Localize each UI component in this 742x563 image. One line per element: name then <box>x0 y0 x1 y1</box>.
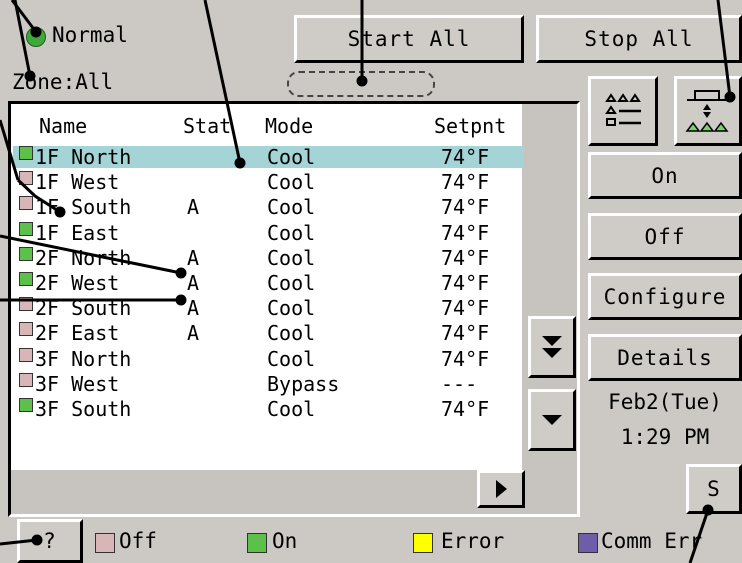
column-header-name: Name <box>39 114 88 138</box>
start-all-button[interactable]: Start All <box>294 15 524 63</box>
zone-name: 1F South <box>35 195 132 220</box>
table-row[interactable]: 1F North Cool 74°F <box>13 146 524 168</box>
status-on-swatch <box>19 398 33 412</box>
table-row[interactable]: 1F East Cool 74°F <box>13 220 524 245</box>
legend-error-swatch <box>413 533 433 553</box>
zone-setpoint: 74°F <box>441 145 490 169</box>
list-view-icon <box>605 93 641 126</box>
legend-off-swatch <box>95 533 115 553</box>
status-off-swatch <box>19 322 33 337</box>
help-button[interactable]: ? <box>17 519 83 563</box>
status-on-swatch <box>19 221 33 236</box>
zone-setpoint: 74°F <box>441 271 490 295</box>
zone-setpoint: 74°F <box>441 321 490 346</box>
column-header-mode: Mode <box>265 114 314 138</box>
s-button[interactable]: S <box>686 464 742 514</box>
zone-setpoint: 74°F <box>441 346 490 371</box>
zone-setpoint: 74°F <box>441 195 490 220</box>
zone-name: 2F East <box>35 321 120 346</box>
zone-mode: Cool <box>267 296 316 321</box>
list-white-area: Name Stat Mode Setpnt 1F North Cool 74°F 1F… <box>11 104 524 470</box>
scroll-down-button[interactable] <box>528 389 576 451</box>
zone-stat: A <box>187 296 200 321</box>
current-date: Feb2(Tue) <box>608 390 722 414</box>
zone-label: Zone:All <box>12 70 114 94</box>
zone-mode: Cool <box>267 321 316 346</box>
scroll-right-button[interactable] <box>477 470 525 508</box>
double-chevron-down-icon <box>542 336 562 358</box>
table-row[interactable]: 2F West A Cool 74°F <box>13 272 524 294</box>
zone-name: 2F South <box>35 296 132 321</box>
zone-name: 1F North <box>35 145 132 169</box>
zone-list-panel: Name Stat Mode Setpnt 1F North Cool 74°F 1F… <box>8 101 580 517</box>
status-off-swatch <box>19 171 33 186</box>
zone-setpoint: 74°F <box>441 245 490 270</box>
zone-setpoint: 74°F <box>441 397 490 421</box>
status-off-swatch <box>19 347 33 362</box>
zone-mode: Cool <box>267 195 316 220</box>
zone-mode: Cool <box>267 245 316 270</box>
table-row[interactable]: 2F South A Cool 74°F <box>13 297 524 319</box>
zone-name: 3F South <box>35 397 132 421</box>
details-button[interactable]: Details <box>588 334 742 381</box>
zone-name: 3F North <box>35 346 132 371</box>
zone-mode: Cool <box>267 271 316 295</box>
page-down-button[interactable] <box>528 316 576 378</box>
column-header-setpnt: Setpnt <box>434 114 507 138</box>
on-button[interactable]: On <box>588 152 742 199</box>
zone-setpoint: 74°F <box>441 220 490 245</box>
table-row[interactable]: 3F South Cool 74°F <box>13 398 524 420</box>
status-label: Normal <box>52 23 128 47</box>
status-on-swatch <box>19 272 33 286</box>
stop-all-button[interactable]: Stop All <box>536 15 742 63</box>
configure-button[interactable]: Configure <box>588 273 742 320</box>
zone-name: 2F North <box>35 245 132 270</box>
table-row[interactable]: 2F North A Cool 74°F <box>13 245 524 270</box>
zone-mode: Cool <box>267 346 316 371</box>
zone-mode: Cool <box>267 220 316 245</box>
table-row[interactable]: 1F West Cool 74°F <box>13 171 524 193</box>
status-led-icon <box>26 27 46 47</box>
chevron-down-icon <box>542 415 562 425</box>
column-header-stat: Stat <box>183 114 232 138</box>
group-view-button[interactable] <box>674 76 742 146</box>
zone-name: 1F West <box>35 170 120 195</box>
zone-mode: Cool <box>267 397 316 421</box>
zone-name: 2F West <box>35 271 120 295</box>
zone-mode: Cool <box>267 170 316 195</box>
table-row[interactable]: 3F West Bypass --- <box>13 371 524 396</box>
zone-setpoint: 74°F <box>441 296 490 321</box>
legend-on-label: On <box>272 529 298 553</box>
list-view-button[interactable] <box>588 76 658 146</box>
zone-mode: Cool <box>267 145 316 169</box>
legend-on-swatch <box>247 533 267 553</box>
table-row[interactable]: 3F North Cool 74°F <box>13 346 524 371</box>
table-row[interactable]: 2F East A Cool 74°F <box>13 322 524 344</box>
zone-setpoint: 74°F <box>441 170 490 195</box>
off-button[interactable]: Off <box>588 213 742 260</box>
legend-error-label: Error <box>441 529 505 553</box>
zone-stat: A <box>187 321 200 346</box>
current-time: 1:29 PM <box>620 425 710 449</box>
status-off-swatch <box>19 297 33 312</box>
table-row[interactable]: 1F South A Cool 74°F <box>13 196 524 218</box>
legend-comm-err-swatch <box>578 533 598 553</box>
zone-name: 1F East <box>35 220 120 245</box>
status-on-swatch <box>19 146 33 160</box>
zone-stat: A <box>187 271 200 295</box>
status-on-swatch <box>19 246 33 261</box>
chevron-right-icon <box>496 480 507 498</box>
status-off-swatch <box>19 196 33 211</box>
zone-setpoint: --- <box>441 371 478 396</box>
group-view-icon <box>685 90 729 132</box>
zone-name: 3F West <box>35 371 120 396</box>
legend-comm-err-label: Comm Err <box>601 529 703 553</box>
zone-mode: Bypass <box>267 371 340 396</box>
zone-stat: A <box>187 245 200 270</box>
zone-stat: A <box>187 195 200 220</box>
legend-off-label: Off <box>119 529 157 553</box>
zone-name-placeholder <box>287 71 435 97</box>
status-off-swatch <box>19 372 33 387</box>
